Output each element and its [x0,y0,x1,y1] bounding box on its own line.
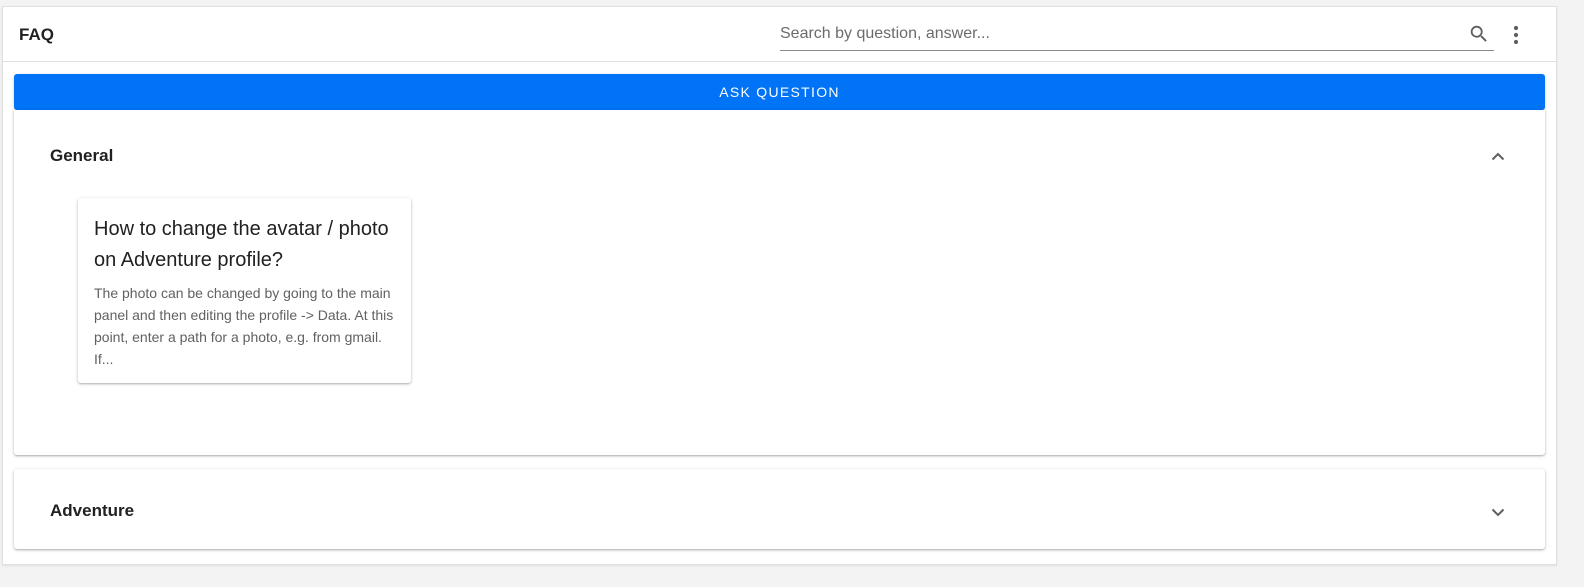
search-input[interactable] [780,19,1460,49]
faq-answer-excerpt: The photo can be changed by going to the… [94,285,394,367]
faq-card[interactable]: How to change the avatar / photo on Adve… [78,198,411,383]
section-header-adventure[interactable]: Adventure [14,469,1545,549]
section-title: Adventure [50,501,135,520]
chevron-down-icon[interactable] [1486,500,1510,524]
faq-question: How to change the avatar / photo on Adve… [94,218,389,271]
section-title: General [50,146,114,165]
search-field[interactable] [780,19,1494,51]
faq-window: FAQ Ask question General [2,6,1557,565]
ask-question-button[interactable]: Ask question [14,74,1545,110]
search-icon[interactable] [1468,23,1490,45]
section-header-general[interactable]: General [14,110,1545,198]
faq-section-adventure: Adventure [14,469,1545,549]
page-title: FAQ [19,25,54,44]
more-vert-icon[interactable] [1504,21,1528,49]
chevron-up-icon[interactable] [1486,145,1510,169]
faq-section-general: General How to change the avatar / photo… [14,110,1545,455]
top-bar: FAQ [3,7,1556,62]
